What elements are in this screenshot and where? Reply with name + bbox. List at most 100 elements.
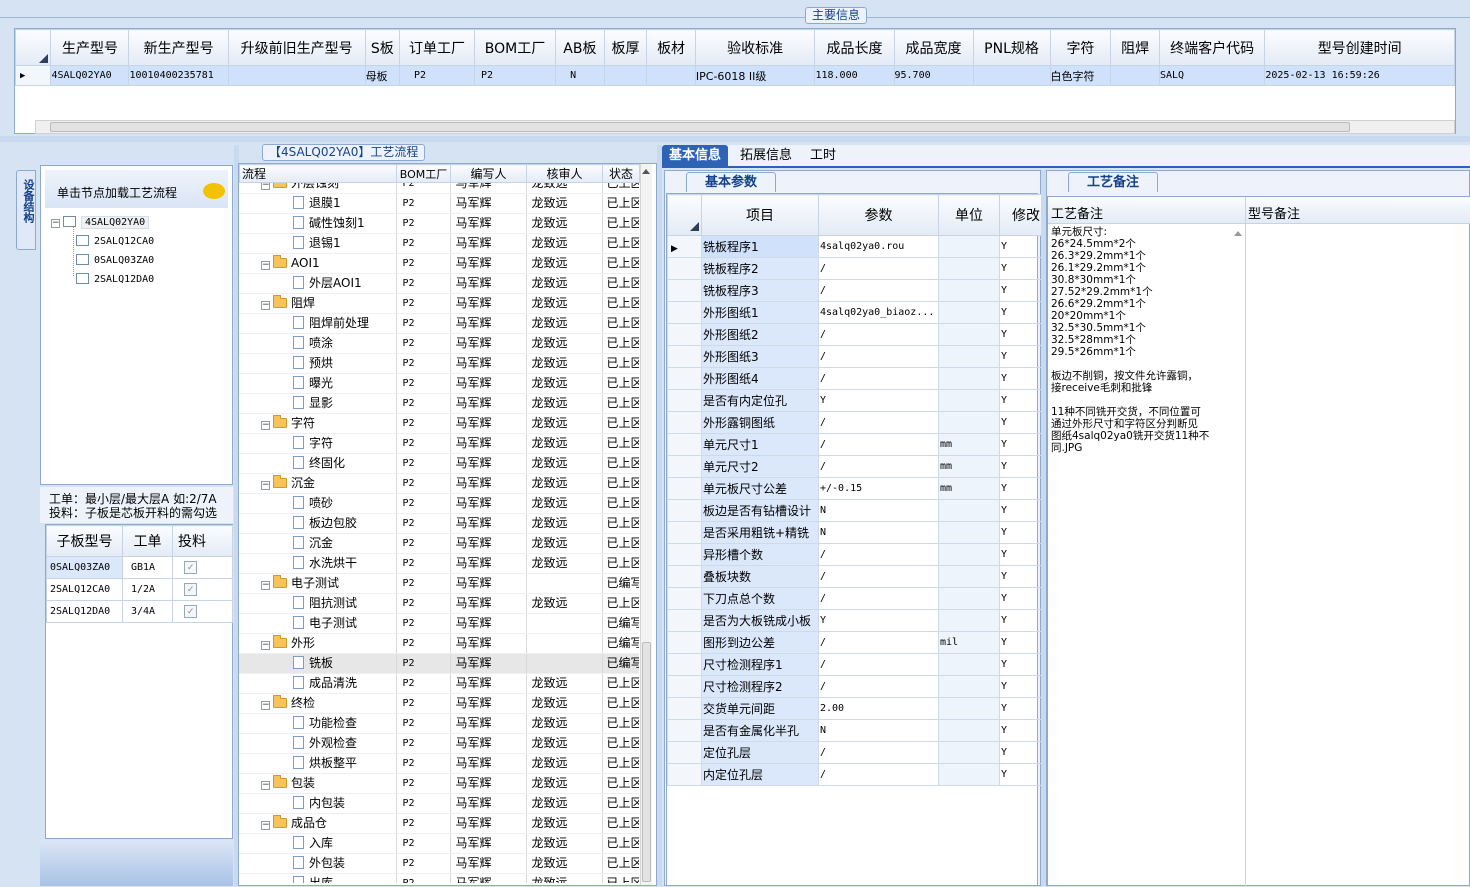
tab-basic-info[interactable]: 基本信息 — [662, 145, 729, 167]
collapse-icon[interactable]: − — [261, 183, 270, 190]
col-header[interactable]: 投料 — [172, 525, 233, 557]
param-value[interactable]: / — [818, 411, 939, 434]
flow-row[interactable]: 喷涂 P2 马军辉 龙致远 已上区 — [239, 333, 639, 354]
col-header[interactable]: 参数 — [818, 194, 939, 236]
param-value[interactable]: / — [818, 323, 939, 346]
col-header[interactable]: 工单 — [122, 525, 173, 557]
param-row[interactable]: 是否采用粗铣+精铣 N Y — [667, 521, 1058, 544]
col-header[interactable]: BOM工厂 — [396, 164, 451, 183]
flow-row[interactable]: 喷砂 P2 马军辉 龙致远 已上区 — [239, 493, 639, 514]
param-value[interactable]: Y — [818, 609, 939, 632]
param-value[interactable]: 4salq02ya0.rou — [818, 235, 939, 258]
tree-root-node[interactable]: − 4SALQ02YA0 — [51, 214, 150, 229]
param-row[interactable]: 下刀点总个数 / Y — [667, 587, 1058, 610]
col-header[interactable]: 板厚 — [603, 29, 648, 66]
collapse-icon[interactable]: − — [261, 581, 270, 590]
col-header[interactable]: S板 — [364, 29, 401, 66]
flow-row[interactable]: − 终检 P2 马军辉 龙致远 已上区 — [239, 693, 639, 714]
param-row[interactable]: 尺寸检测程序1/Y — [667, 653, 1058, 676]
flow-row[interactable]: 退锡1 P2 马军辉 龙致远 已上区 — [239, 233, 639, 254]
check-icon[interactable]: ✓ — [184, 561, 197, 574]
param-value[interactable]: / — [818, 455, 939, 478]
param-value[interactable]: / — [818, 543, 939, 566]
param-value[interactable]: / — [818, 257, 939, 280]
col-header[interactable]: 流程 — [239, 164, 397, 183]
feed-checkbox[interactable]: ✓ — [172, 556, 233, 579]
flow-row[interactable]: − 成品仓 P2 马军辉 龙致远 已上区 — [239, 813, 639, 834]
col-header[interactable]: 阻焊 — [1110, 29, 1160, 66]
flow-row[interactable]: 沉金 P2 马军辉 龙致远 已上区 — [239, 533, 639, 554]
flow-row[interactable]: 外层AOI1 P2 马军辉 龙致远 已上区 — [239, 273, 639, 294]
table-row[interactable]: ▶ 4SALQ02YA0 10010400235781 母板 P2 P2 N I… — [14, 65, 1455, 86]
flow-row[interactable]: − 包装 P2 马军辉 龙致远 已上区 — [239, 773, 639, 794]
flow-row[interactable]: 外包装 P2 马军辉 龙致远 已上区 — [239, 853, 639, 874]
flow-row[interactable]: 外观检查 P2 马军辉 龙致远 已上区 — [239, 733, 639, 754]
param-value[interactable]: / — [818, 631, 939, 654]
flow-row[interactable]: − AOI1 P2 马军辉 龙致远 已上区 — [239, 253, 639, 274]
tree-node[interactable]: 2SALQ12DA0 — [76, 271, 154, 285]
left-vtab[interactable]: 设备结构 — [16, 170, 36, 250]
param-row[interactable]: 铣板程序2/Y — [667, 257, 1058, 280]
param-value[interactable]: / — [818, 565, 939, 588]
flow-row[interactable]: − 字符 P2 马军辉 龙致远 已上区 — [239, 413, 639, 434]
collapse-icon[interactable]: − — [261, 641, 270, 650]
param-row[interactable]: 铣板程序3/Y — [667, 279, 1058, 302]
tab-basic-params[interactable]: 基本参数 — [686, 172, 777, 192]
param-row[interactable]: 定位孔层 / Y — [667, 741, 1058, 764]
col-header[interactable]: 编写人 — [450, 164, 527, 183]
param-value[interactable]: / — [818, 279, 939, 302]
scroll-up-icon[interactable] — [642, 169, 650, 174]
collapse-icon[interactable]: − — [261, 821, 270, 830]
flow-row[interactable]: 功能检查 P2 马军辉 龙致远 已上区 — [239, 713, 639, 734]
param-row[interactable]: 叠板块数 / Y — [667, 565, 1058, 588]
collapse-icon[interactable]: − — [261, 421, 270, 430]
splitter-horizontal[interactable] — [0, 136, 1470, 142]
param-value[interactable]: / — [818, 675, 939, 698]
flow-row[interactable]: 显影 P2 马军辉 龙致远 已上区 — [239, 393, 639, 414]
tab-work-hours[interactable]: 工时 — [803, 145, 843, 167]
check-icon[interactable]: ✓ — [184, 605, 197, 618]
flow-row[interactable]: 阻抗测试 P2 马军辉 龙致远 已上区 — [239, 593, 639, 614]
param-value[interactable]: / — [818, 653, 939, 676]
col-header[interactable]: 字符 — [1049, 29, 1112, 66]
param-row[interactable]: 交货单元间距 2.00 Y — [667, 697, 1058, 720]
tree-node[interactable]: 2SALQ12CA0 — [76, 233, 154, 247]
table-row[interactable]: 2SALQ12DA0 3/4A ✓ — [46, 600, 233, 623]
flow-row[interactable]: 铣板 P2 马军辉 已编写 — [239, 653, 639, 674]
col-header[interactable]: 升级前旧生产型号 — [227, 29, 366, 66]
flow-row[interactable]: 预烘 P2 马军辉 龙致远 已上区 — [239, 353, 639, 374]
param-value[interactable]: / — [818, 433, 939, 456]
flow-row[interactable]: − 电子测试 P2 马军辉 已编写 — [239, 573, 639, 594]
flow-row[interactable]: 电子测试 P2 马军辉 已编写 — [239, 613, 639, 634]
param-value[interactable]: N — [818, 521, 939, 544]
flow-row[interactable]: 内包装 P2 马军辉 龙致远 已上区 — [239, 793, 639, 814]
col-header[interactable]: 板材 — [646, 29, 696, 66]
param-value[interactable]: / — [818, 345, 939, 368]
param-row[interactable]: 尺寸检测程序2/Y — [667, 675, 1058, 698]
flow-row[interactable]: 成品清洗 P2 马军辉 龙致远 已上区 — [239, 673, 639, 694]
tab-extended-info[interactable]: 拓展信息 — [733, 145, 799, 167]
col-header[interactable]: 验收标准 — [694, 29, 816, 66]
param-row[interactable]: 单元尺寸1/mm Y — [667, 433, 1058, 456]
col-header[interactable]: 项目 — [701, 194, 819, 236]
col-header[interactable]: PNL规格 — [972, 29, 1051, 66]
flow-row[interactable]: 入库 P2 马军辉 龙致远 已上区 — [239, 833, 639, 854]
collapse-icon[interactable]: − — [261, 301, 270, 310]
flow-row[interactable]: 终固化 P2 马军辉 龙致远 已上区 — [239, 453, 639, 474]
flow-row[interactable]: 碱性蚀刻1 P2 马军辉 龙致远 已上区 — [239, 213, 639, 234]
col-header[interactable]: 生产型号 — [50, 29, 130, 66]
col-header[interactable]: 终端客户代码 — [1158, 29, 1266, 66]
flow-row[interactable]: − 阻焊 P2 马军辉 龙致远 已上区 — [239, 293, 639, 314]
param-row[interactable]: 外形露铜图纸 / Y — [667, 411, 1058, 434]
flow-vscrollbar[interactable] — [640, 164, 652, 885]
main-hscrollbar[interactable] — [35, 120, 1455, 134]
param-row[interactable]: 外形图纸2/Y — [667, 323, 1058, 346]
flow-row[interactable]: 字符 P2 马军辉 龙致远 已上区 — [239, 433, 639, 454]
flow-row[interactable]: − 沉金 P2 马军辉 龙致远 已上区 — [239, 473, 639, 494]
col-header[interactable]: 子板型号 — [46, 525, 123, 557]
flow-row[interactable]: 曝光 P2 马军辉 龙致远 已上区 — [239, 373, 639, 394]
param-value[interactable]: +/-0.15 — [818, 477, 939, 500]
collapse-icon[interactable]: − — [261, 701, 270, 710]
param-value[interactable]: 4salq02ya0_biaoz... — [818, 301, 939, 324]
param-row[interactable]: 外形图纸4/Y — [667, 367, 1058, 390]
